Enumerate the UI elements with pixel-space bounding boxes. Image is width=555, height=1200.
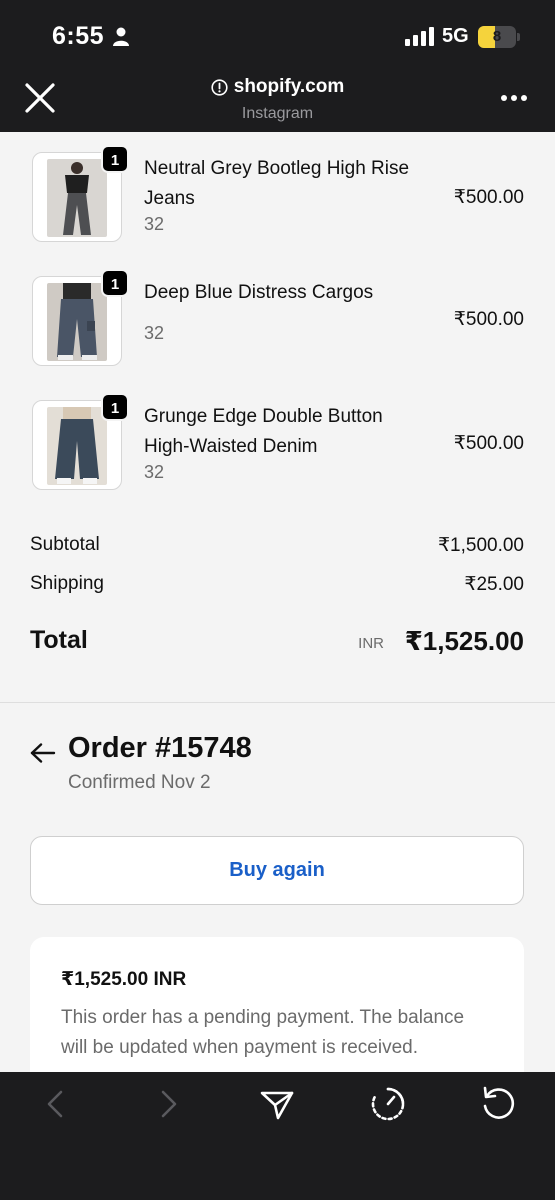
product-variant: 32 — [144, 214, 165, 234]
url-domain: shopify.com — [233, 76, 345, 97]
total-currency: INR — [358, 635, 384, 652]
quantity-badge: 1 — [101, 393, 129, 421]
line-item: 1 Grunge Edge Double Button High-Waisted… — [0, 393, 555, 500]
subtotal-label: Subtotal — [30, 534, 100, 555]
quantity-badge: 1 — [101, 145, 129, 173]
quantity-badge: 1 — [101, 269, 129, 297]
battery-level: 8 — [492, 28, 502, 45]
status-bar: 6:55 5G 8 — [0, 0, 555, 70]
shipping-value: ₹25.00 — [464, 574, 524, 595]
product-variant: 32 — [144, 323, 165, 343]
browser-header: shopify.com Instagram — [0, 70, 555, 132]
product-price: ₹500.00 — [453, 309, 524, 330]
product-title: Grunge Edge Double Button High-Waisted D… — [144, 406, 383, 457]
subtotal-value: ₹1,500.00 — [437, 535, 524, 556]
product-price: ₹500.00 — [453, 187, 524, 208]
battery-cap — [517, 33, 520, 41]
reload-icon[interactable] — [478, 1084, 518, 1124]
info-icon — [211, 78, 228, 96]
product-image — [47, 283, 107, 361]
product-image — [47, 407, 107, 485]
shipping-label: Shipping — [30, 573, 104, 594]
total-value: ₹1,525.00 — [404, 626, 524, 656]
back-arrow-icon[interactable] — [36, 1084, 76, 1124]
payment-card: ₹1,525.00 INR This order has a pending p… — [30, 937, 524, 1072]
product-variant: 32 — [144, 462, 165, 482]
person-icon — [113, 27, 129, 46]
line-item: 1 Deep Blue Distress Cargos 32 ₹500.00 — [0, 269, 555, 376]
browser-toolbar — [0, 1072, 555, 1200]
total-row: Total INR ₹1,525.00 — [30, 626, 524, 662]
shipping-row: Shipping ₹25.00 — [30, 573, 524, 595]
battery-icon: 8 — [478, 26, 516, 48]
product-title: Deep Blue Distress Cargos — [144, 282, 374, 303]
back-arrow-icon[interactable] — [30, 743, 56, 763]
product-image — [47, 159, 107, 237]
product-price: ₹500.00 — [453, 433, 524, 454]
send-icon[interactable] — [257, 1084, 297, 1124]
status-time: 6:55 — [52, 22, 105, 50]
payment-amount: ₹1,525.00 INR — [61, 969, 187, 990]
network-type: 5G — [442, 25, 469, 47]
product-title: Neutral Grey Bootleg High Rise Jeans — [144, 158, 410, 209]
payment-note: This order has a pending payment. The ba… — [61, 1007, 465, 1058]
more-icon[interactable] — [500, 94, 528, 102]
order-title: Order #15748 — [68, 732, 252, 764]
total-label: Total — [30, 626, 88, 654]
order-status: Confirmed Nov 2 — [68, 772, 211, 793]
order-summary: 1 Neutral Grey Bootleg High Rise Jeans 3… — [0, 132, 555, 703]
page-content: 1 Neutral Grey Bootleg High Rise Jeans 3… — [0, 132, 555, 1072]
line-item: 1 Neutral Grey Bootleg High Rise Jeans 3… — [0, 145, 555, 252]
buy-again-button[interactable]: Buy again — [30, 836, 524, 905]
timer-icon[interactable] — [368, 1084, 408, 1124]
subtotal-row: Subtotal ₹1,500.00 — [30, 534, 524, 556]
url-bar[interactable]: shopify.com Instagram — [0, 76, 555, 123]
url-source: Instagram — [241, 104, 314, 122]
signal-icon — [405, 27, 434, 46]
forward-arrow-icon[interactable] — [148, 1084, 188, 1124]
